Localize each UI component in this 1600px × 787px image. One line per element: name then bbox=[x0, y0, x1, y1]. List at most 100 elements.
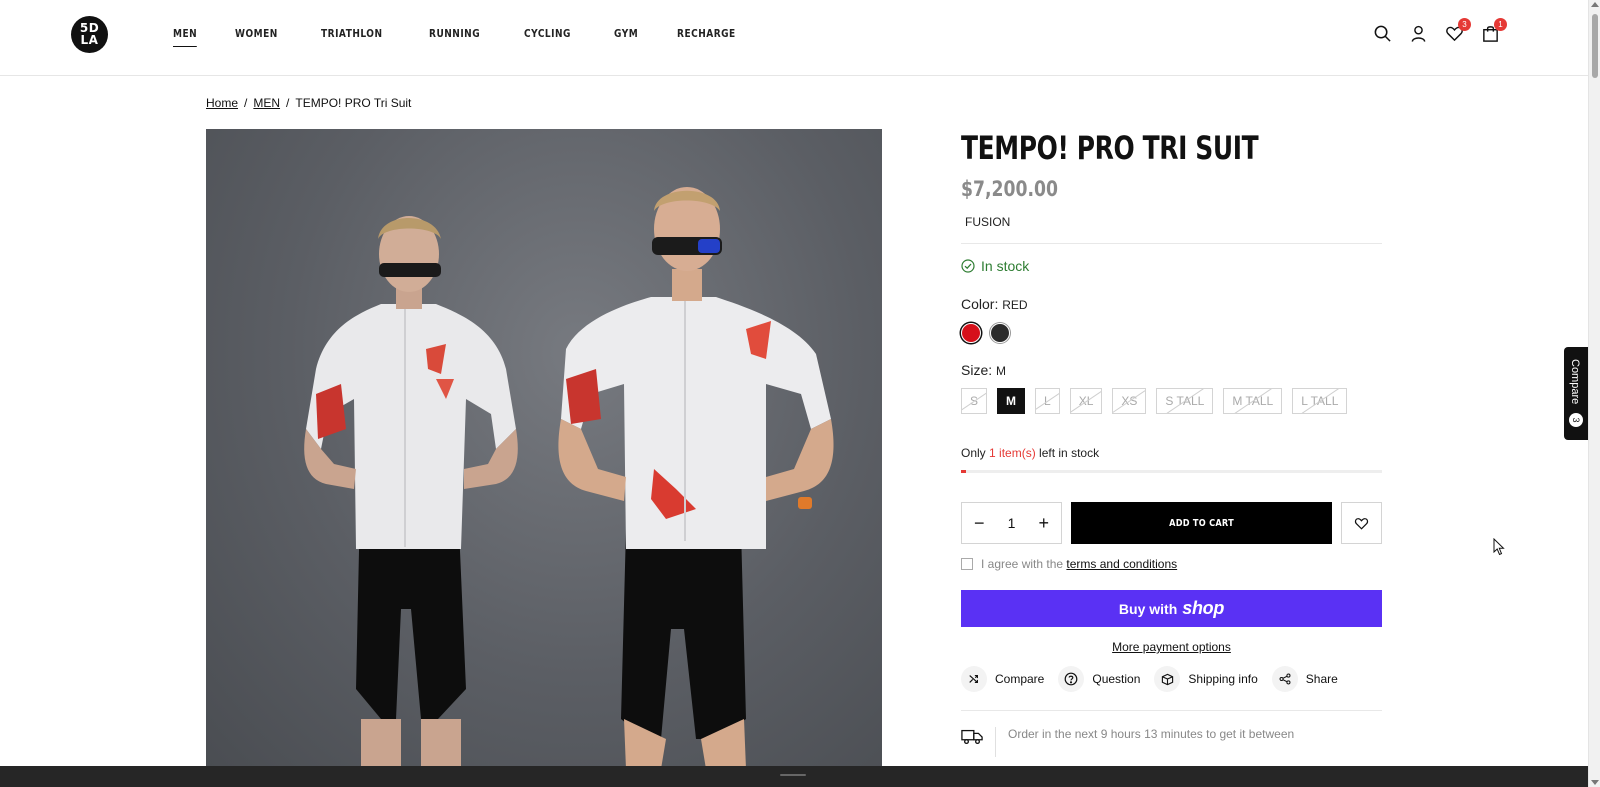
site-header: 5D LA MEN WOMEN TRIATHLON RUNNING CYCLIN… bbox=[0, 0, 1588, 76]
quantity-increase-button[interactable]: + bbox=[1038, 514, 1049, 532]
size-value: M bbox=[996, 364, 1007, 378]
breadcrumb-men[interactable]: MEN bbox=[253, 96, 280, 110]
scarcity-suffix: left in stock bbox=[1039, 446, 1100, 460]
bag-icon[interactable]: 1 bbox=[1481, 18, 1507, 43]
shipping-info-action[interactable]: Shipping info bbox=[1154, 666, 1258, 692]
add-to-cart-label: ADD TO CART bbox=[1169, 517, 1234, 529]
product-vendor: FUSION bbox=[965, 215, 1011, 229]
terms-agreement: I agree with the terms and conditions bbox=[961, 557, 1382, 571]
breadcrumb: Home / MEN / TEMPO! PRO Tri Suit bbox=[206, 96, 411, 110]
truck-icon bbox=[961, 729, 983, 745]
size-label-row: Size: M bbox=[961, 362, 1382, 378]
compare-tab-label: Compare bbox=[1569, 359, 1581, 405]
size-option-m-tall[interactable]: M TALL bbox=[1223, 388, 1283, 414]
stock-status: In stock bbox=[961, 258, 1382, 274]
size-option-xs[interactable]: XS bbox=[1112, 388, 1147, 414]
terms-checkbox[interactable] bbox=[961, 558, 973, 570]
model-woman bbox=[304, 216, 518, 769]
box-icon bbox=[1154, 666, 1181, 692]
nav-item-gym[interactable]: GYM bbox=[614, 27, 638, 47]
size-option-l[interactable]: L bbox=[1035, 388, 1060, 414]
share-action[interactable]: Share bbox=[1271, 666, 1338, 692]
purchase-row: − 1 + ADD TO CART bbox=[961, 502, 1382, 544]
shipping-info-label: Shipping info bbox=[1188, 672, 1258, 686]
product-actions: Compare Question Shipping info Share bbox=[961, 666, 1382, 692]
agree-text: I agree with the bbox=[981, 557, 1064, 571]
color-value: RED bbox=[1002, 298, 1028, 312]
size-option-l-tall[interactable]: L TALL bbox=[1292, 388, 1348, 414]
scarcity-prefix: Only bbox=[961, 446, 986, 460]
size-option-xl[interactable]: XL bbox=[1069, 388, 1103, 414]
main-nav: MEN WOMEN TRIATHLON RUNNING CYCLING GYM … bbox=[173, 27, 781, 47]
model-man bbox=[558, 187, 834, 769]
breadcrumb-separator: / bbox=[286, 96, 290, 110]
size-option-m[interactable]: M bbox=[997, 388, 1026, 414]
size-option-s-tall[interactable]: S TALL bbox=[1156, 388, 1214, 414]
nav-item-women[interactable]: WOMEN bbox=[235, 27, 278, 47]
cart-count-badge: 1 bbox=[1494, 18, 1507, 31]
divider bbox=[961, 243, 1382, 244]
scroll-up-arrow-icon[interactable] bbox=[1591, 2, 1599, 7]
question-label: Question bbox=[1092, 672, 1141, 686]
question-action[interactable]: Question bbox=[1058, 666, 1140, 692]
breadcrumb-current: TEMPO! PRO Tri Suit bbox=[295, 96, 412, 110]
compare-label: Compare bbox=[995, 672, 1045, 686]
search-icon[interactable] bbox=[1373, 24, 1392, 43]
mouse-cursor-icon bbox=[1493, 538, 1505, 556]
more-payment-options-link[interactable]: More payment options bbox=[961, 640, 1382, 654]
scarcity-message: Only 1 item(s) left in stock bbox=[961, 446, 1382, 460]
add-to-wishlist-button[interactable] bbox=[1341, 502, 1382, 544]
terms-link[interactable]: terms and conditions bbox=[1066, 557, 1177, 571]
compare-tab-count: 3 bbox=[1569, 413, 1583, 427]
page-scrollbar[interactable] bbox=[1588, 0, 1600, 787]
quantity-value[interactable]: 1 bbox=[1008, 515, 1016, 531]
breadcrumb-home[interactable]: Home bbox=[206, 96, 238, 110]
nav-item-recharge[interactable]: RECHARGE bbox=[677, 27, 736, 47]
nav-item-cycling[interactable]: CYCLING bbox=[524, 27, 571, 47]
delivery-text: Order in the next 9 hours 13 minutes to … bbox=[1008, 727, 1295, 741]
color-label: Color: bbox=[961, 296, 999, 312]
heart-icon[interactable]: 3 bbox=[1445, 18, 1471, 43]
size-option-s[interactable]: S bbox=[961, 388, 988, 414]
buy-with-label: Buy with bbox=[1118, 600, 1178, 617]
color-swatches bbox=[961, 323, 1382, 343]
size-options: S M L XL XS S TALL M TALL L TALL bbox=[961, 388, 1382, 414]
buy-with-shop-button[interactable]: Buy with shop bbox=[961, 590, 1382, 627]
shuffle-icon bbox=[961, 666, 987, 692]
nav-item-running[interactable]: RUNNING bbox=[429, 27, 480, 47]
delivery-estimate: Order in the next 9 hours 13 minutes to … bbox=[961, 727, 1382, 757]
scrollbar-thumb[interactable] bbox=[1592, 14, 1598, 78]
swatch-red[interactable] bbox=[961, 323, 981, 343]
size-label: Size: bbox=[961, 362, 993, 378]
logo-line-2: LA bbox=[80, 33, 99, 47]
shop-pay-logo: shop bbox=[1182, 598, 1225, 618]
share-icon bbox=[1271, 666, 1298, 692]
scarcity-count: 1 item(s) bbox=[989, 446, 1036, 460]
share-label: Share bbox=[1305, 672, 1338, 686]
brand-logo[interactable]: 5D LA bbox=[71, 16, 108, 53]
quantity-decrease-button[interactable]: − bbox=[974, 514, 985, 532]
check-circle-icon bbox=[961, 259, 975, 273]
nav-item-men[interactable]: MEN bbox=[173, 27, 198, 47]
compare-side-tab[interactable]: Compare 3 bbox=[1564, 347, 1588, 440]
stock-text: In stock bbox=[981, 258, 1030, 274]
product-image[interactable] bbox=[206, 129, 882, 769]
scroll-down-arrow-icon[interactable] bbox=[1591, 780, 1599, 785]
header-actions: 3 1 bbox=[1373, 18, 1507, 43]
compare-action[interactable]: Compare bbox=[961, 666, 1044, 692]
product-photo-illustration bbox=[304, 187, 834, 769]
question-icon bbox=[1058, 666, 1085, 692]
swatch-black[interactable] bbox=[990, 323, 1010, 343]
bottom-bar-handle[interactable] bbox=[780, 774, 806, 776]
bottom-bar bbox=[0, 766, 1588, 787]
user-icon[interactable] bbox=[1409, 24, 1428, 43]
stock-progress-fill bbox=[961, 470, 967, 473]
product-title: TEMPO! PRO TRI SUIT bbox=[961, 129, 1259, 167]
quantity-stepper: − 1 + bbox=[961, 502, 1062, 544]
product-info: TEMPO! PRO TRI SUIT $7,200.00 FUSION In … bbox=[961, 129, 1382, 757]
nav-item-triathlon[interactable]: TRIATHLON bbox=[321, 27, 383, 47]
add-to-cart-button[interactable]: ADD TO CART bbox=[1071, 502, 1332, 544]
wishlist-count-badge: 3 bbox=[1458, 18, 1471, 31]
breadcrumb-separator: / bbox=[244, 96, 248, 110]
delivery-divider bbox=[995, 727, 996, 757]
